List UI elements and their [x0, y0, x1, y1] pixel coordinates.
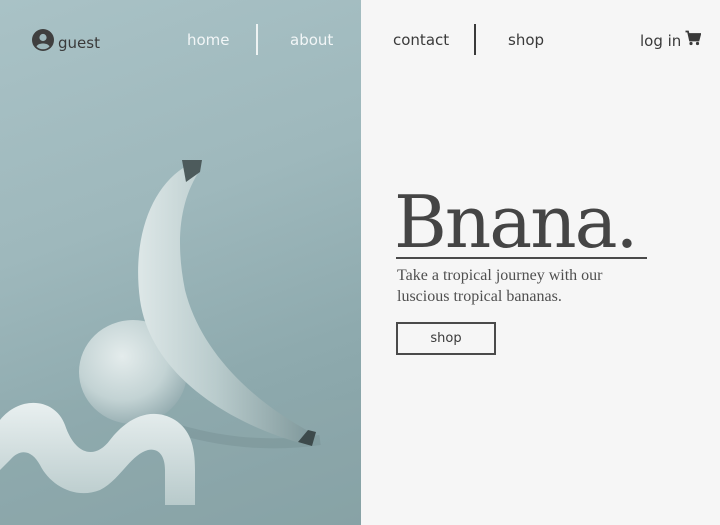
- nav-link-home[interactable]: home: [187, 31, 230, 49]
- cart-icon[interactable]: [685, 30, 702, 51]
- hero-tagline: Take a tropical journey with our lusciou…: [397, 267, 603, 305]
- login-button[interactable]: log in: [640, 30, 702, 51]
- nav-divider: [474, 24, 476, 55]
- nav-divider: [256, 24, 258, 55]
- shop-button[interactable]: shop: [396, 322, 496, 355]
- hero-image: [0, 0, 361, 525]
- brand-underline: [396, 257, 647, 259]
- login-label: log in: [640, 31, 682, 50]
- hero-photo-illustration: [0, 160, 361, 525]
- brand-title: Bnana.: [394, 180, 638, 264]
- user-avatar-icon: [32, 29, 54, 56]
- user-menu[interactable]: guest: [32, 29, 100, 56]
- nav-link-shop[interactable]: shop: [508, 31, 544, 49]
- nav-link-about[interactable]: about: [290, 31, 333, 49]
- nav-link-contact[interactable]: contact: [393, 31, 449, 49]
- user-label: guest: [58, 33, 100, 52]
